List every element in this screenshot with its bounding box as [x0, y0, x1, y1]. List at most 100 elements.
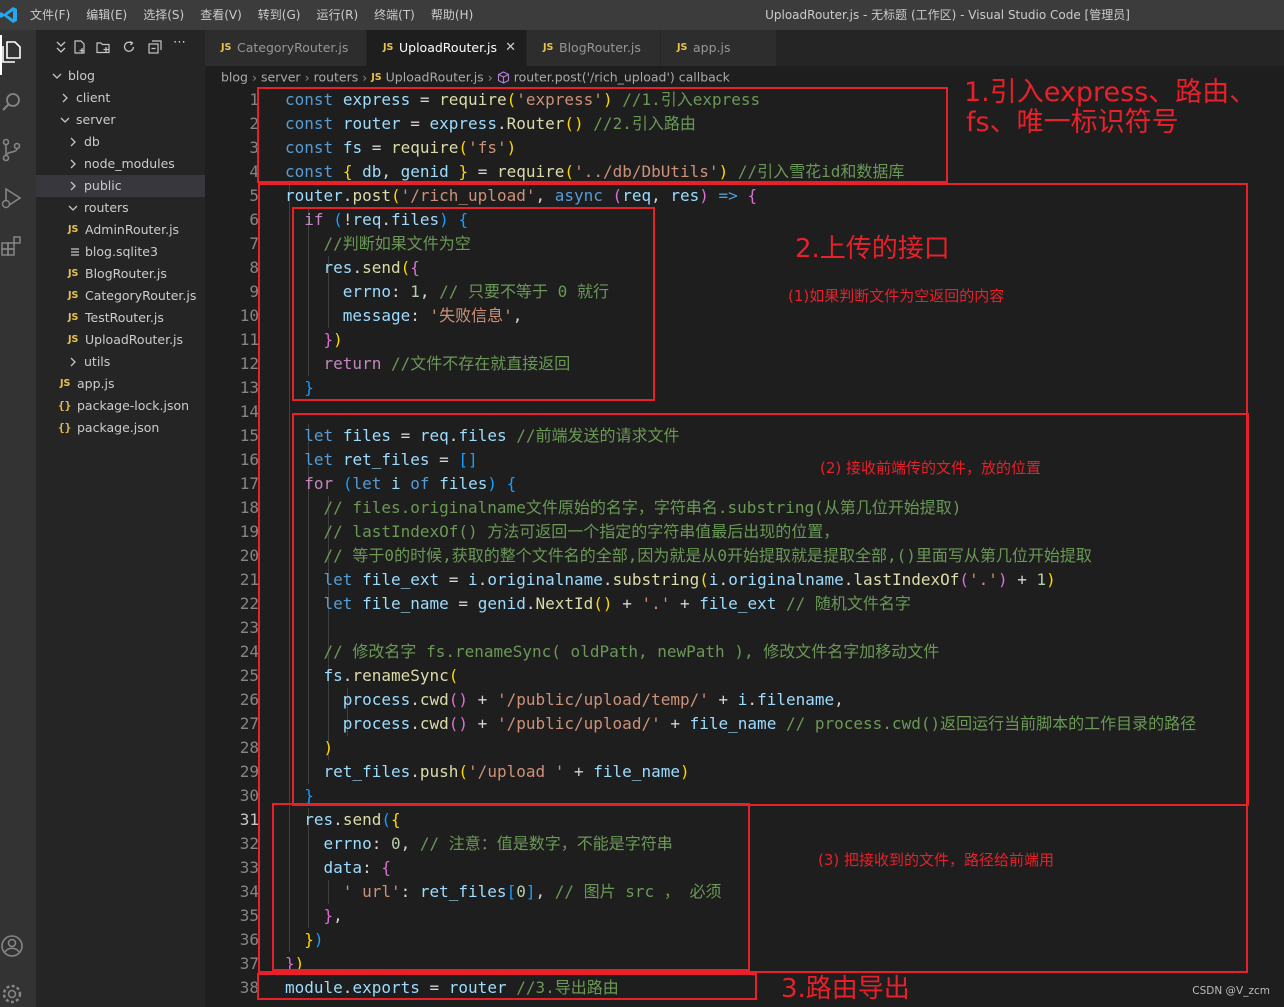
line-number: 24 [239, 642, 259, 661]
tree-item-label: blog.sqlite3 [85, 244, 158, 259]
tree-item-folder[interactable]: db [36, 131, 205, 153]
menu-bar: 文件(F) 编辑(E) 选择(S) 查看(V) 转到(G) 运行(R) 终端(T) 帮助(H) [22, 0, 481, 30]
tree-item-label: routers [84, 200, 129, 215]
js-file-icon: JS [68, 312, 79, 323]
chevron-right-icon: › [362, 69, 368, 85]
menu-item[interactable]: 转到(G) [250, 0, 309, 30]
line-number: 29 [239, 762, 259, 781]
annotation-box-imports [257, 87, 948, 183]
tree-item-folder[interactable]: public [36, 175, 205, 197]
menu-item[interactable]: 选择(S) [135, 0, 192, 30]
tree-item-js[interactable]: JS AdminRouter.js [36, 219, 205, 241]
tree-item-js[interactable]: JS CategoryRouter.js [36, 285, 205, 307]
js-file-icon: JS [383, 42, 394, 53]
json-file-icon: {} [58, 399, 72, 412]
line-number: 12 [239, 354, 259, 373]
extensions-icon[interactable] [0, 234, 24, 258]
tree-item-js[interactable]: JS app.js [36, 373, 205, 395]
line-number: 32 [239, 834, 259, 853]
tree-item-js[interactable]: JS UploadRouter.js [36, 329, 205, 351]
line-number: 2 [249, 114, 259, 133]
breadcrumb-symbol[interactable]: router.post('/rich_upload') callback [514, 70, 730, 85]
tree-item-label: public [84, 178, 122, 193]
tree-item-label: server [76, 112, 116, 127]
annotation-upload-title: 2.上传的接口 [795, 234, 950, 264]
line-number: 7 [249, 234, 259, 253]
breadcrumb-server[interactable]: server [261, 70, 301, 85]
tree-item-label: package.json [77, 420, 160, 435]
annotation-box-empty-check [292, 207, 655, 401]
tree-item-label: package-lock.json [77, 398, 190, 413]
refresh-icon[interactable] [122, 40, 136, 54]
run-debug-icon[interactable] [0, 186, 24, 210]
js-file-icon: JS [68, 290, 79, 301]
tree-item-js[interactable]: JS TestRouter.js [36, 307, 205, 329]
new-file-icon[interactable] [73, 40, 87, 54]
line-number: 16 [239, 450, 259, 469]
menu-item[interactable]: 终端(T) [366, 0, 423, 30]
tree-item-label: app.js [77, 376, 115, 391]
line-number: 38 [239, 978, 259, 997]
line-number: 8 [249, 258, 259, 277]
manage-gear-icon[interactable] [0, 982, 24, 1006]
annotation-receive-files: (2) 接收前端传的文件，放的位置 [820, 459, 1042, 477]
collapse-glyph-icon[interactable] [54, 40, 68, 54]
js-file-icon: JS [543, 42, 554, 53]
tab-label: app.js [693, 40, 731, 55]
chevron-down-icon [68, 205, 78, 211]
tree-item-json[interactable]: {} package.json [36, 417, 205, 439]
breadcrumb-blog[interactable]: blog [221, 70, 248, 85]
tab-categoryrouter-js[interactable]: JS CategoryRouter.js [205, 30, 367, 66]
activity-bar [0, 30, 36, 1007]
menu-item[interactable]: 查看(V) [192, 0, 250, 30]
more-actions-icon[interactable]: ⋯ [173, 35, 186, 50]
line-number: 35 [239, 906, 259, 925]
account-icon[interactable] [0, 934, 24, 958]
explorer-toolbar: ⋯ [36, 30, 205, 65]
close-icon[interactable]: ✕ [505, 30, 516, 66]
menu-item[interactable]: 编辑(E) [78, 0, 135, 30]
new-folder-icon[interactable] [96, 40, 110, 54]
tree-item-label: AdminRouter.js [85, 222, 180, 237]
tree-item-folder[interactable]: client [36, 87, 205, 109]
search-icon[interactable] [0, 90, 24, 114]
menu-item[interactable]: 运行(R) [308, 0, 366, 30]
tree-item-js[interactable]: JS BlogRouter.js [36, 263, 205, 285]
tree-item-json[interactable]: {} package-lock.json [36, 395, 205, 417]
breadcrumb-routers[interactable]: routers [314, 70, 359, 85]
explorer-icon[interactable] [0, 40, 24, 64]
menu-item[interactable]: 文件(F) [22, 0, 78, 30]
line-number: 34 [239, 882, 259, 901]
tree-item-folder[interactable]: utils [36, 351, 205, 373]
line-number: 6 [249, 210, 259, 229]
tree-item-folder[interactable]: server [36, 109, 205, 131]
json-file-icon: {} [58, 421, 72, 434]
tab-bar: JS CategoryRouter.js JS UploadRouter.js ✕ JS B… [205, 30, 1284, 66]
source-control-icon[interactable] [0, 138, 24, 162]
line-number: 33 [239, 858, 259, 877]
line-number: 27 [239, 714, 259, 733]
line-number: 30 [239, 786, 259, 805]
tab-app-js[interactable]: JS app.js [661, 30, 777, 66]
collapse-all-icon[interactable] [148, 40, 162, 54]
tab-uploadrouter-js[interactable]: JS UploadRouter.js ✕ [367, 30, 527, 66]
tree-item-label: blog [68, 68, 95, 83]
breadcrumb-file[interactable]: UploadRouter.js [386, 70, 484, 85]
tree-item-folder[interactable]: node_modules [36, 153, 205, 175]
tree-item-folder[interactable]: routers [36, 197, 205, 219]
chevron-right-icon [70, 137, 76, 147]
js-file-icon: JS [677, 42, 688, 53]
breadcrumb: blog › server › routers › JS UploadRouter.js › ro… [221, 66, 730, 88]
line-number: 21 [239, 570, 259, 589]
tree-item-folder[interactable]: blog [36, 65, 205, 87]
line-number: 17 [239, 474, 259, 493]
annotation-empty-check: (1)如果判断文件为空返回的内容 [788, 287, 1005, 305]
tree-item-file[interactable]: blog.sqlite3 [36, 241, 205, 263]
chevron-right-icon: › [304, 69, 310, 85]
menu-item[interactable]: 帮助(H) [423, 0, 481, 30]
js-file-icon: JS [68, 334, 79, 345]
tab-label: UploadRouter.js [399, 40, 498, 55]
tab-blogrouter-js[interactable]: JS BlogRouter.js [527, 30, 661, 66]
tab-label: CategoryRouter.js [237, 40, 349, 55]
js-file-icon: JS [60, 378, 71, 389]
